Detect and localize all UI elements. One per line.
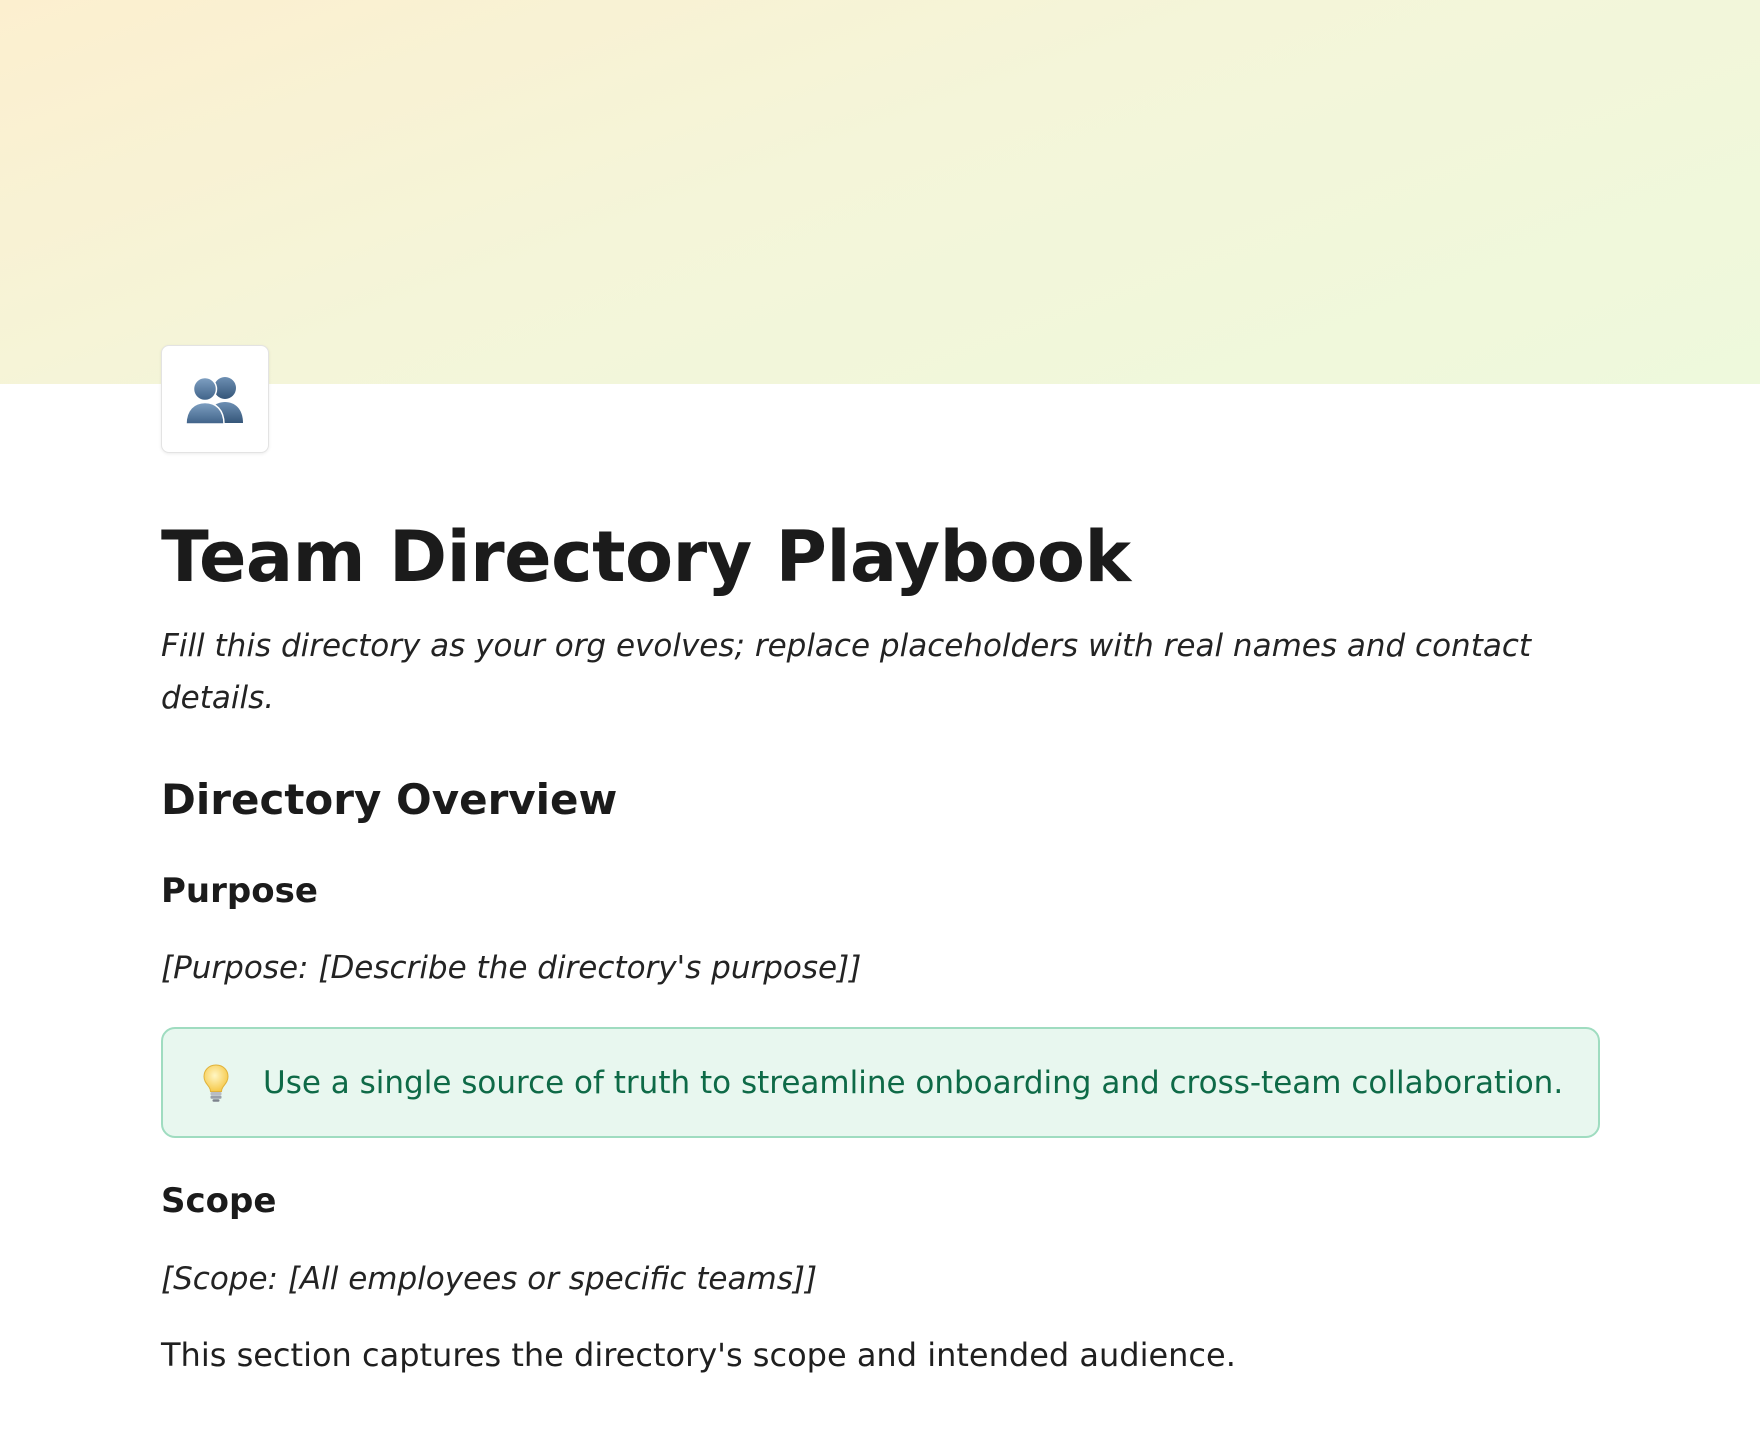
purpose-placeholder[interactable]: [Purpose: [Describe the directory's purp… xyxy=(161,944,861,992)
scope-placeholder[interactable]: [Scope: [All employees or specific teams… xyxy=(161,1255,817,1303)
tip-callout[interactable]: Use a single source of truth to streamli… xyxy=(161,1027,1600,1138)
heading-directory-overview[interactable]: Directory Overview xyxy=(161,770,617,830)
heading-purpose[interactable]: Purpose xyxy=(161,866,318,916)
busts-in-silhouette-icon[interactable] xyxy=(161,345,269,453)
callout-text: Use a single source of truth to streamli… xyxy=(263,1064,1564,1101)
scope-description[interactable]: This section captures the directory's sc… xyxy=(161,1331,1236,1379)
page-title[interactable]: Team Directory Playbook xyxy=(161,512,1131,602)
lightbulb-icon xyxy=(201,1063,231,1103)
page-cover[interactable] xyxy=(0,0,1760,384)
page-subtitle[interactable]: Fill this directory as your org evolves;… xyxy=(161,620,1581,724)
heading-scope[interactable]: Scope xyxy=(161,1176,276,1226)
